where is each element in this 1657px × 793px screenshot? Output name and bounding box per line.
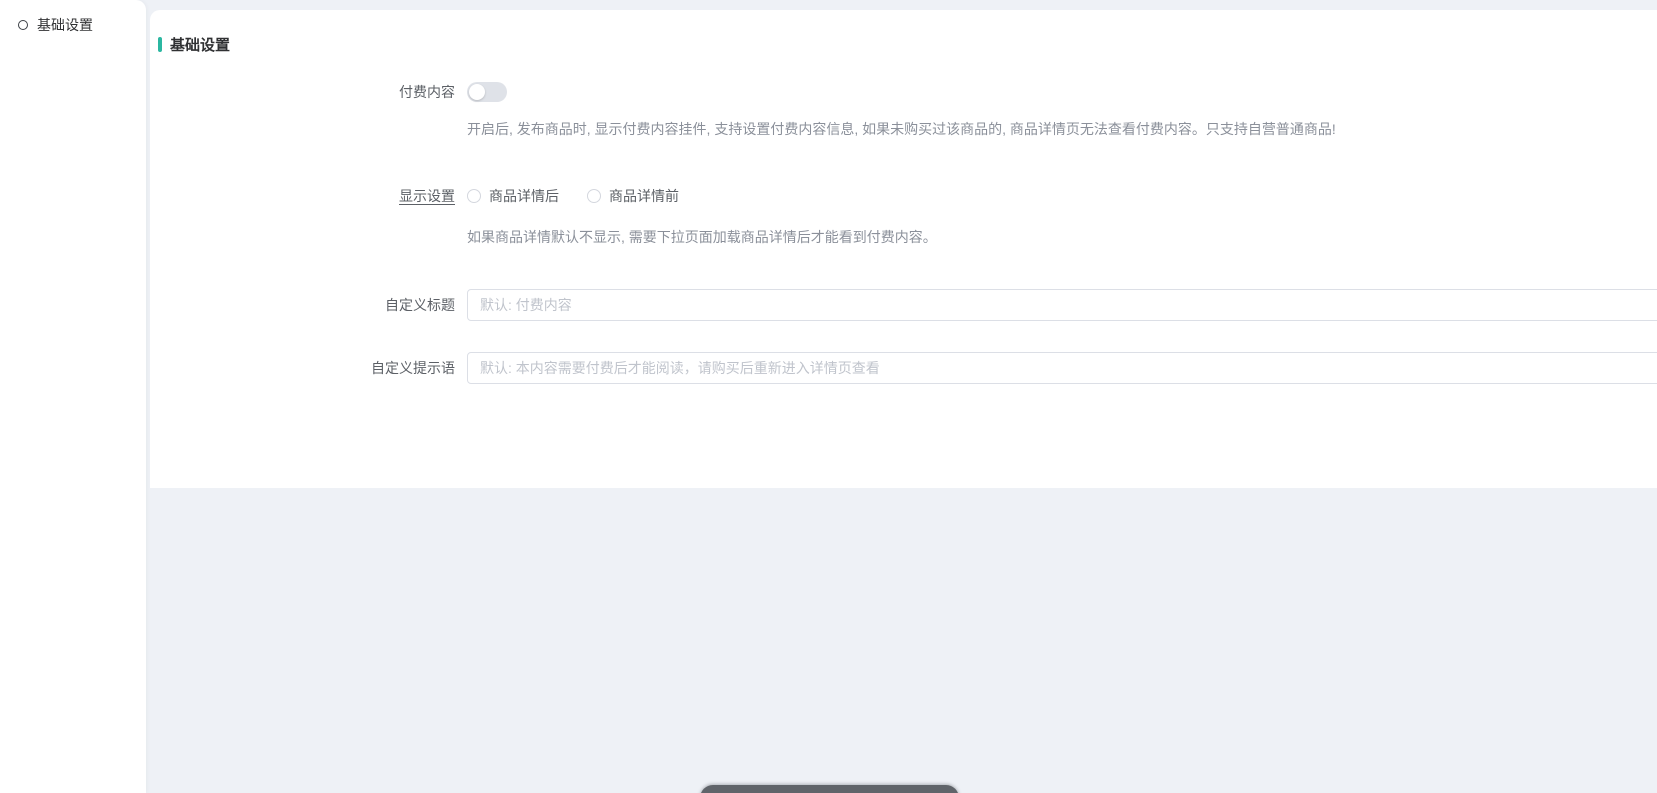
paid-content-switch[interactable]	[467, 82, 507, 102]
sidebar-item-label: 基础设置	[37, 15, 93, 35]
page-title: 基础设置	[170, 34, 230, 55]
display-setting-radio-group: 商品详情后 商品详情前	[467, 186, 679, 206]
radio-circle-icon[interactable]	[587, 189, 601, 203]
radio-circle-icon[interactable]	[467, 189, 481, 203]
circle-icon	[18, 20, 28, 30]
custom-title-input[interactable]	[467, 289, 1657, 321]
custom-title-label: 自定义标题	[150, 295, 455, 315]
sidebar-item-basic-settings[interactable]: 基础设置	[0, 0, 146, 35]
switch-knob	[469, 84, 485, 100]
radio-option-after-detail[interactable]: 商品详情后	[467, 186, 559, 206]
display-setting-help: 如果商品详情默认不显示, 需要下拉页面加载商品详情后才能看到付费内容。	[467, 227, 1647, 247]
paid-content-help: 开启后, 发布商品时, 显示付费内容挂件, 支持设置付费内容信息, 如果未购买过…	[467, 119, 1647, 139]
custom-prompt-label: 自定义提示语	[150, 358, 455, 378]
card-title-row: 基础设置	[158, 34, 230, 55]
settings-page: 基础设置 基础设置 付费内容 开启后, 发布商品时, 显示付费内容挂件, 支持设…	[0, 0, 1657, 793]
title-accent-bar	[158, 37, 162, 52]
bottom-toast[interactable]	[700, 785, 959, 793]
sidebar: 基础设置	[0, 0, 146, 793]
radio-option-label: 商品详情后	[489, 186, 559, 206]
display-setting-label: 显示设置	[150, 186, 455, 206]
radio-option-before-detail[interactable]: 商品详情前	[587, 186, 679, 206]
custom-prompt-input[interactable]	[467, 352, 1657, 384]
paid-content-label: 付费内容	[150, 82, 455, 102]
main-card: 基础设置 付费内容 开启后, 发布商品时, 显示付费内容挂件, 支持设置付费内容…	[150, 10, 1657, 488]
radio-option-label: 商品详情前	[609, 186, 679, 206]
